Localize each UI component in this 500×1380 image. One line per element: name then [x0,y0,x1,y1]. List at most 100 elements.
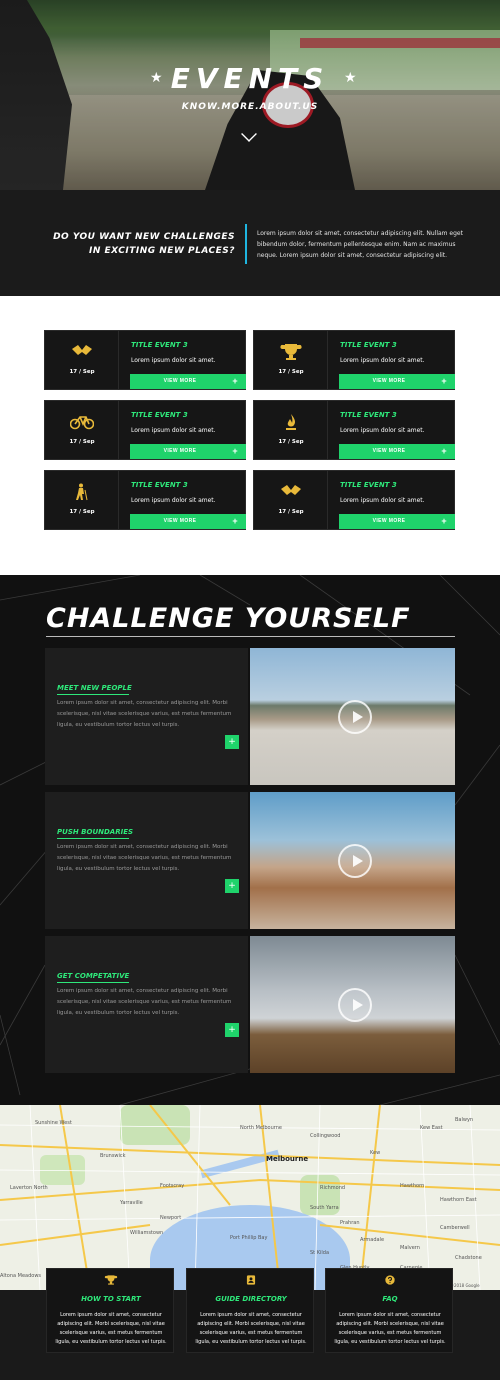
bmx-video-thumbnail[interactable] [250,936,455,1073]
location-map[interactable]: Sunshine West Brunswick North Melbourne … [0,1105,500,1290]
event-description: Lorem ipsum dolor sit amet. [340,497,425,504]
view-more-button[interactable]: VIEW MORE + [130,444,246,459]
map-label: Hawthorn [400,1183,425,1189]
footer-card-text: Lorem ipsum dolor sit amet, consectetur … [334,1312,446,1345]
event-date: 17 / Sep [278,369,304,375]
expand-button[interactable]: + [225,735,239,749]
events-page: ★ ★ EVENTS KNOW.MORE.ABOUT.US DO YOU WAN… [0,0,500,1380]
map-label: North Melbourne [240,1125,282,1131]
map-label: Altona Meadows [0,1273,42,1279]
intro-text: Lorem ipsum dolor sit amet, consectetur … [257,230,463,259]
map-label: Armadale [360,1237,385,1243]
section-title: CHALLENGE YOURSELF [46,603,411,634]
event-card-date-panel: 17 / Sep [45,331,119,389]
map-label: Laverton North [10,1185,48,1191]
plus-icon: + [232,446,238,456]
map-label: Camberwell [440,1225,470,1231]
map-label: Williamstown [130,1230,164,1236]
challenge-section: CHALLENGE YOURSELF MEET NEW PEOPLE Lorem… [0,575,500,1105]
event-card: 17 / Sep TITLE EVENT 3 Lorem ipsum dolor… [253,330,455,390]
challenge-heading: GET COMPETATIVE [57,972,130,980]
map-label: Hawthorn East [440,1197,477,1203]
challenge-text-panel: GET COMPETATIVE Lorem ipsum dolor sit am… [45,936,248,1073]
footer-card-heading: FAQ [382,1295,398,1303]
play-icon[interactable] [338,844,372,878]
event-card: 17 / Sep TITLE EVENT 3 Lorem ipsum dolor… [44,470,246,530]
map-label: Collingwood [310,1133,341,1139]
footer-card: FAQ Lorem ipsum dolor sit amet, consecte… [325,1268,453,1353]
event-card-date-panel: 17 / Sep [254,471,328,529]
view-more-button[interactable]: VIEW MORE + [339,514,455,529]
expand-button[interactable]: + [225,1023,239,1037]
event-date: 17 / Sep [69,369,95,375]
event-description: Lorem ipsum dolor sit amet. [340,427,425,434]
map-label: Chadstone [455,1255,482,1261]
event-description: Lorem ipsum dolor sit amet. [340,357,425,364]
view-more-label: VIEW MORE [372,518,406,524]
plus-icon: + [441,446,447,456]
challenge-item: PUSH BOUNDARIES Lorem ipsum dolor sit am… [45,792,455,929]
trophy-icon [280,344,302,360]
basketball-video-thumbnail[interactable] [250,648,455,785]
expand-button[interactable]: + [225,879,239,893]
view-more-button[interactable]: VIEW MORE + [130,514,246,529]
skateboard-video-thumbnail[interactable] [250,792,455,929]
intro-question: DO YOU WANT NEW CHALLENGES IN EXCITING N… [53,232,235,256]
event-description: Lorem ipsum dolor sit amet. [131,497,216,504]
event-card-date-panel: 17 / Sep [254,331,328,389]
view-more-button[interactable]: VIEW MORE + [130,374,246,389]
hero-banner: ★ ★ EVENTS KNOW.MORE.ABOUT.US [0,0,500,190]
events-grid: 17 / Sep TITLE EVENT 3 Lorem ipsum dolor… [0,296,500,575]
flame-icon [286,414,296,430]
event-title: TITLE EVENT 3 [131,411,188,419]
plus-icon: + [441,516,447,526]
footer-card-heading: HOW TO START [81,1295,141,1303]
handshake-icon [281,485,301,495]
page-title: EVENTS [170,62,330,95]
map-label-water: Port Phillip Bay [230,1235,268,1241]
map-label: Malvern [400,1245,420,1251]
map-label: Richmond [320,1185,346,1191]
event-card-date-panel: 17 / Sep [254,401,328,459]
footer-card: GUIDE DIRECTORY Lorem ipsum dolor sit am… [186,1268,314,1353]
event-title: TITLE EVENT 3 [131,481,188,489]
plus-icon: + [441,376,447,386]
event-card: 17 / Sep TITLE EVENT 3 Lorem ipsum dolor… [44,400,246,460]
map-label: Kew East [420,1125,443,1131]
challenge-heading: MEET NEW PEOPLE [57,684,132,692]
map-label: Prahran [340,1220,360,1226]
footer-card-heading: GUIDE DIRECTORY [215,1295,287,1303]
play-icon[interactable] [338,700,372,734]
event-card: 17 / Sep TITLE EVENT 3 Lorem ipsum dolor… [44,330,246,390]
trophy-icon [104,1275,118,1285]
intro-section: DO YOU WANT NEW CHALLENGES IN EXCITING N… [0,190,500,296]
heading-underline [57,982,129,983]
map-label: Brunswick [100,1153,126,1159]
challenge-description: Lorem ipsum dolor sit amet, consectetur … [57,844,232,872]
map-label: Sunshine West [35,1120,72,1126]
heading-underline [57,838,129,839]
event-date: 17 / Sep [69,509,95,515]
handshake-icon [72,345,92,355]
map-label: Kew [370,1150,381,1156]
challenge-heading: PUSH BOUNDARIES [57,828,134,836]
challenge-description: Lorem ipsum dolor sit amet, consectetur … [57,700,232,728]
event-date: 17 / Sep [69,439,95,445]
challenge-text-panel: PUSH BOUNDARIES Lorem ipsum dolor sit am… [45,792,248,929]
intro-divider [245,224,247,264]
event-date: 17 / Sep [278,439,304,445]
challenge-description: Lorem ipsum dolor sit amet, consectetur … [57,988,232,1016]
page-subtitle: KNOW.MORE.ABOUT.US [181,102,319,112]
view-more-button[interactable]: VIEW MORE + [339,444,455,459]
view-more-button[interactable]: VIEW MORE + [339,374,455,389]
address-book-icon [246,1275,256,1285]
hero-overlay [0,0,500,190]
heading-underline [57,694,129,695]
question-circle-icon [385,1275,395,1285]
footer-card-text: Lorem ipsum dolor sit amet, consectetur … [55,1312,167,1345]
event-card: 17 / Sep TITLE EVENT 3 Lorem ipsum dolor… [253,470,455,530]
play-icon[interactable] [338,988,372,1022]
event-title: TITLE EVENT 3 [131,341,188,349]
view-more-label: VIEW MORE [163,518,197,524]
challenge-item: GET COMPETATIVE Lorem ipsum dolor sit am… [45,936,455,1073]
